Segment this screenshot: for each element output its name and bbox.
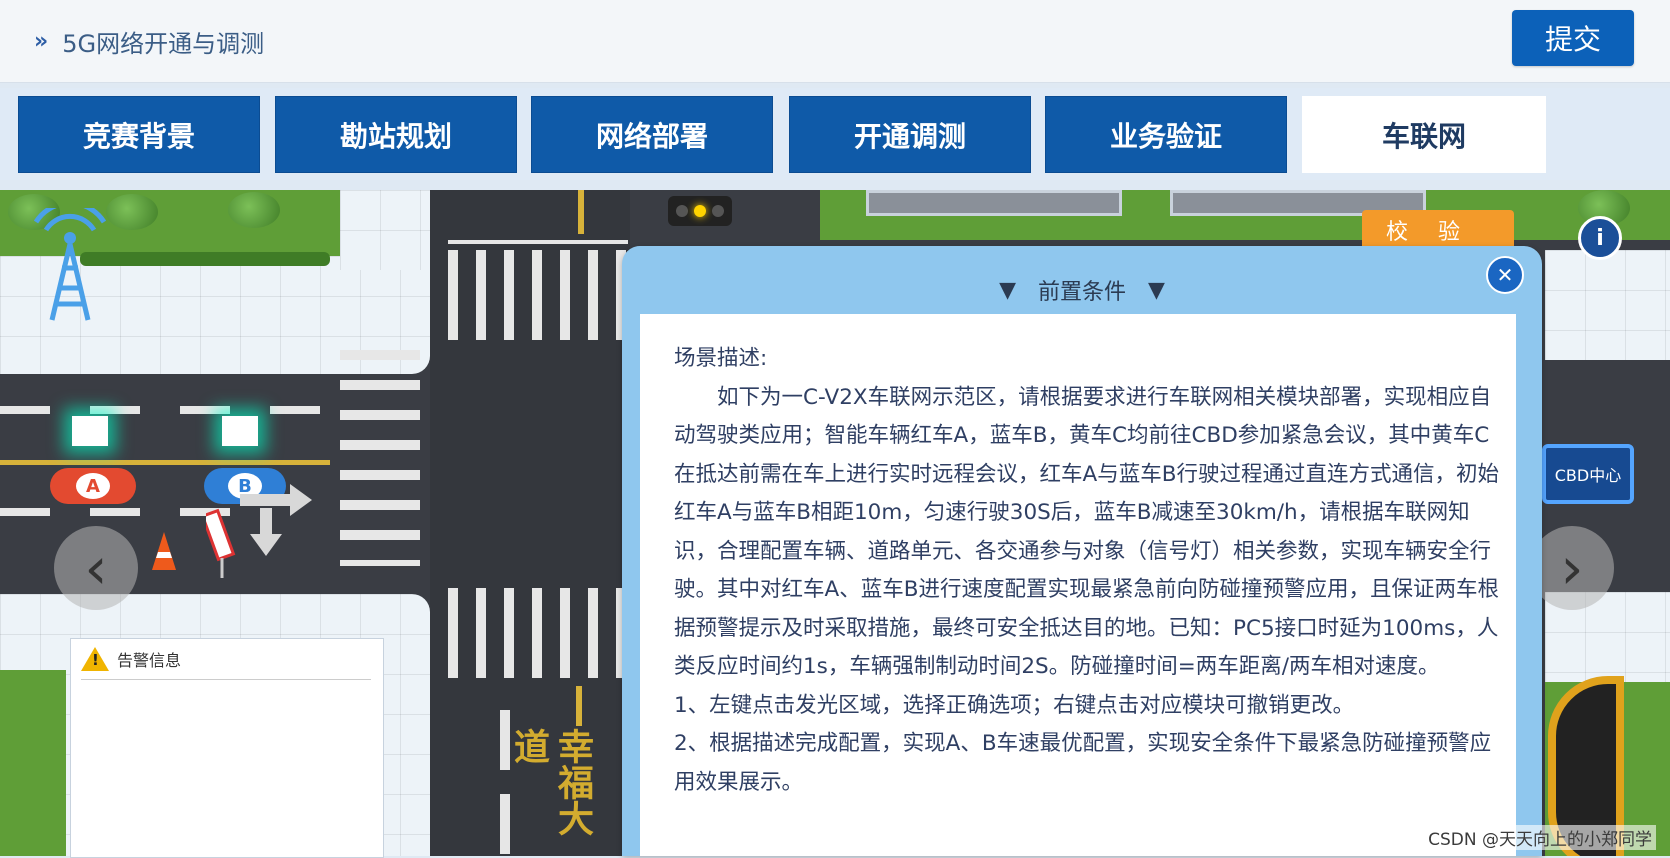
close-button[interactable]: ✕ — [1486, 256, 1524, 294]
watermark: CSDN @天天向上的小郑同学 — [1424, 825, 1656, 850]
info-icon[interactable]: i — [1578, 216, 1622, 260]
tree — [106, 194, 158, 230]
light-yellow — [694, 205, 706, 217]
triangle-down-icon: ▼ — [1148, 277, 1165, 303]
crosswalk — [340, 350, 420, 566]
triangle-down-icon: ▼ — [999, 277, 1016, 303]
alarm-title: 告警信息 — [117, 651, 182, 670]
tab-bar: 竞赛背景 勘站规划 网络部署 开通调测 业务验证 车联网 — [0, 88, 1670, 180]
section-label: 场景描述: — [674, 346, 768, 371]
tab-vehicle-network[interactable]: 车联网 — [1302, 96, 1546, 173]
popup-content: 场景描述: 如下为一C-V2X车联网示范区，请根据要求进行车联网相关模块部署，实… — [640, 314, 1516, 856]
step-1: 1、左键点击发光区域，选择正确选项；右键点击对应模块可撤销更改。 — [674, 692, 1355, 718]
lane-marking — [576, 686, 582, 726]
road-name-label: 幸福大道 — [508, 728, 593, 836]
submit-button[interactable]: 提交 — [1512, 10, 1634, 66]
tab-competition-background[interactable]: 竞赛背景 — [18, 96, 260, 173]
light-green — [712, 205, 724, 217]
prev-arrow-button[interactable]: ‹ — [54, 526, 138, 610]
traffic-cone-icon — [152, 532, 176, 570]
car-a[interactable]: A — [50, 468, 136, 504]
step-2: 2、根据描述完成配置，实现A、B车速最优配置，实现安全条件下最紧急防碰撞预警应用… — [674, 731, 1492, 795]
onboard-unit-a[interactable] — [72, 416, 108, 446]
lane-marking — [578, 190, 584, 234]
sidewalk-block — [1545, 250, 1670, 360]
tab-site-survey[interactable]: 勘站规划 — [275, 96, 517, 173]
alarm-panel: ! 告警信息 — [70, 638, 384, 858]
popup-title: 前置条件 — [1037, 280, 1126, 305]
base-station-icon[interactable] — [28, 208, 112, 324]
light-red — [676, 205, 688, 217]
divider — [81, 679, 371, 680]
lane-marking — [0, 508, 50, 516]
chevron-left-icon: ‹ — [84, 534, 108, 602]
stop-line — [448, 240, 628, 244]
chevron-right-icon: › — [1560, 534, 1584, 602]
scenario-description: 场景描述: 如下为一C-V2X车联网示范区，请根据要求进行车联网相关模块部署，实… — [674, 340, 1502, 802]
double-chevron-icon: » — [34, 29, 49, 54]
lane-marking — [270, 406, 320, 414]
crosswalk — [448, 588, 628, 678]
hedge — [80, 252, 330, 266]
tab-service-verification[interactable]: 业务验证 — [1045, 96, 1287, 173]
building — [866, 190, 1122, 216]
breadcrumb: » 5G网络开通与调测 — [34, 24, 264, 59]
sidewalk-block — [340, 190, 430, 270]
center-line — [0, 460, 330, 465]
grass-area — [0, 670, 66, 856]
precondition-popup: ▼ 前置条件 ▼ ✕ 场景描述: 如下为一C-V2X车联网示范区，请根据要求进行… — [622, 246, 1542, 856]
crosswalk — [448, 250, 628, 340]
traffic-light[interactable] — [668, 196, 732, 226]
popup-header: ▼ 前置条件 ▼ — [622, 274, 1542, 306]
scenario-paragraph: 如下为一C-V2X车联网示范区，请根据要求进行车联网相关模块部署，实现相应自动驾… — [674, 384, 1499, 680]
tab-commissioning[interactable]: 开通调测 — [789, 96, 1031, 173]
alarm-header: ! 告警信息 — [81, 647, 181, 671]
next-arrow-button[interactable]: › — [1530, 526, 1614, 610]
cbd-center-sign[interactable]: CBD中心 — [1542, 444, 1634, 504]
lane-marking — [500, 794, 510, 854]
onboard-unit-b[interactable] — [222, 416, 258, 446]
tree — [228, 192, 280, 228]
lane-marking — [180, 406, 230, 414]
top-bar: » 5G网络开通与调测 提交 — [0, 0, 1670, 83]
breadcrumb-title: 5G网络开通与调测 — [62, 30, 265, 58]
lane-marking — [0, 406, 50, 414]
warning-icon: ! — [81, 647, 109, 671]
verify-button[interactable]: 校验 — [1362, 210, 1514, 250]
car-a-label: A — [76, 473, 110, 499]
lane-arrow-icon — [240, 484, 312, 556]
tab-network-deployment[interactable]: 网络部署 — [531, 96, 773, 173]
lane-marking — [90, 406, 140, 414]
lane-marking — [90, 508, 140, 516]
